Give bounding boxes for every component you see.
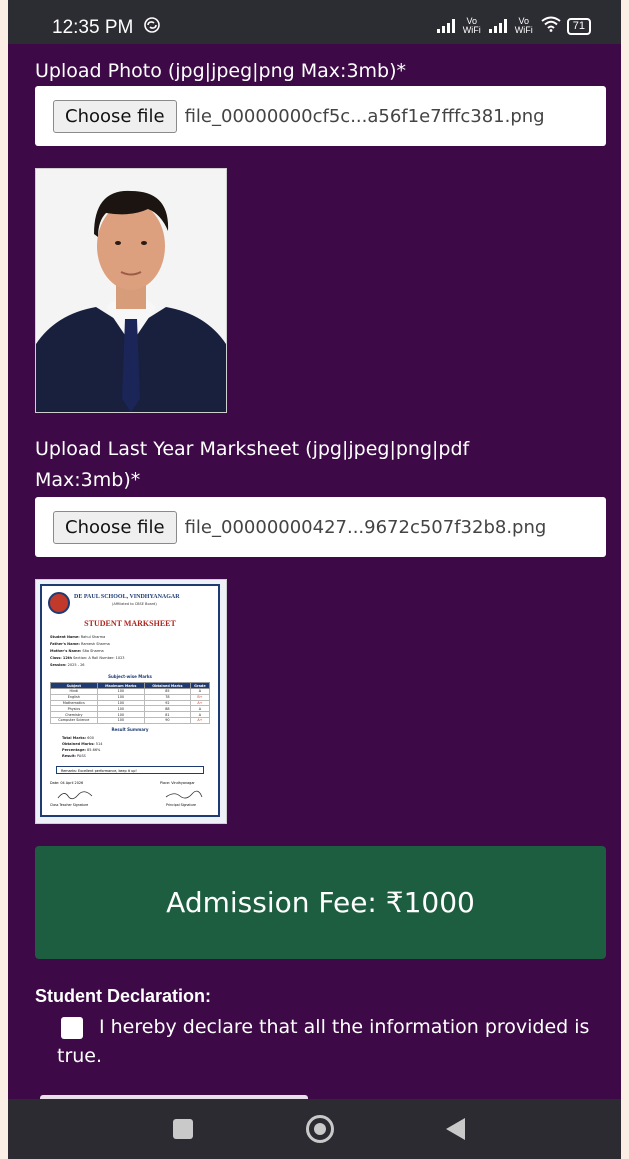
marksheet-preview: DE PAUL SCHOOL, VINDHYANAGAR (Affiliated…: [35, 579, 227, 824]
student-info-key: Father's Name:: [50, 642, 80, 646]
student-info: Student Name: Rahul Sharma Father's Name:…: [50, 634, 125, 669]
student-info-value: Rahul Sharma: [79, 635, 106, 639]
school-subtitle: (Affiliated to CBSE Board): [112, 602, 157, 606]
signal-icon-2: [488, 19, 507, 33]
status-icons: Vo WiFi Vo WiFi 71: [436, 16, 591, 36]
status-bar: 12:35 PM Vo WiFi Vo WiFi 71: [8, 0, 621, 44]
sync-icon: [143, 16, 161, 38]
result-summary-title: Result Summary: [111, 727, 149, 732]
app-screen: 12:35 PM Vo WiFi Vo WiFi 71 Upload Photo…: [8, 0, 621, 1159]
declaration-checkbox[interactable]: [61, 1017, 83, 1039]
student-info-key: Class: 12th: [50, 656, 72, 660]
declaration-text: I hereby declare that all the informatio…: [57, 1016, 590, 1067]
photo-file-input[interactable]: Choose file file_00000000cf5c...a56f1e7f…: [35, 86, 606, 146]
student-info-key: Student Name:: [50, 635, 80, 639]
student-info-value: Ramesh Sharma: [79, 642, 110, 646]
table-cell: 90: [143, 716, 191, 724]
vowifi-icon: Vo WiFi: [462, 16, 481, 35]
principal-signature: [165, 790, 203, 799]
summary-value: 85.66%: [85, 748, 101, 752]
summary-value: PASS: [75, 754, 86, 758]
photo-file-name: file_00000000cf5c...a56f1e7fffc381.png: [184, 105, 545, 127]
result-summary: Total Marks: 600 Obtained Marks: 514 Perce…: [62, 735, 102, 759]
summary-row: Result: PASS: [62, 753, 102, 759]
vowifi-icon-2: Vo WiFi: [514, 16, 533, 35]
summary-value: 514: [94, 742, 103, 746]
student-info-row: Class: 12th Section: A Roll Number: 1023: [50, 655, 125, 662]
signal-icon: [436, 19, 455, 33]
student-info-row: Mother's Name: Sita Sharma: [50, 648, 125, 655]
photo-preview: [35, 168, 227, 413]
student-info-value: Section: A Roll Number: 1023: [71, 656, 125, 660]
battery-icon: 71: [566, 17, 591, 35]
home-icon[interactable]: [306, 1115, 334, 1143]
wifi-icon: [541, 16, 561, 36]
student-info-value: Sita Sharma: [81, 649, 104, 653]
summary-key: Total Marks:: [62, 736, 87, 740]
photo-choose-file-button[interactable]: Choose file: [53, 99, 177, 133]
student-info-row: Student Name: Rahul Sharma: [50, 634, 125, 641]
school-name: DE PAUL SCHOOL, VINDHYANAGAR: [74, 594, 180, 600]
summary-key: Result:: [62, 754, 76, 758]
navigation-bar: [8, 1099, 621, 1159]
back-icon[interactable]: [446, 1118, 465, 1140]
table-cell: 100: [96, 716, 145, 724]
marksheet-document: DE PAUL SCHOOL, VINDHYANAGAR (Affiliated…: [40, 584, 220, 817]
teacher-signature: [57, 791, 93, 800]
marksheet-file-input[interactable]: Choose file file_00000000427...9672c507f…: [35, 497, 606, 557]
student-info-row: Father's Name: Ramesh Sharma: [50, 641, 125, 648]
remarks-box: Remarks: Excellent performance, keep it …: [56, 766, 204, 774]
table-cell: A+: [189, 716, 211, 724]
recent-apps-icon[interactable]: [173, 1119, 193, 1139]
marksheet-choose-file-button[interactable]: Choose file: [53, 510, 177, 544]
summary-key: Obtained Marks:: [62, 742, 95, 746]
marks-table: Subject Maximum Marks Obtained Marks Grade H…: [50, 682, 211, 724]
student-info-key: Mother's Name:: [50, 649, 82, 653]
admission-fee-button[interactable]: Admission Fee: ₹1000: [35, 846, 606, 959]
summary-key: Percentage:: [62, 748, 86, 752]
student-portrait-image: [36, 169, 226, 412]
principal-signature-label: Principal Signature: [166, 803, 196, 807]
table-cell: Computer Science: [50, 716, 98, 724]
marksheet-upload-label: Upload Last Year Marksheet (jpg|jpeg|png…: [35, 438, 470, 491]
student-info-row: Session: 2025 - 26: [50, 662, 125, 669]
student-info-value: 2025 - 26: [66, 663, 85, 667]
marks-section-title: Subject-wise Marks: [108, 674, 152, 679]
summary-value: 600: [86, 736, 94, 740]
marksheet-file-name: file_00000000427...9672c507f32b8.png: [184, 516, 547, 538]
table-row: Computer Science 100 90 A+: [50, 716, 211, 724]
school-logo-icon: [48, 592, 70, 614]
marksheet-place: Place: Vindhyanagar: [160, 781, 195, 785]
teacher-signature-label: Class Teacher Signature: [50, 803, 89, 807]
photo-upload-label: Upload Photo (jpg|jpeg|png Max:3mb)*: [35, 60, 407, 82]
status-time: 12:35 PM: [52, 17, 134, 38]
marksheet-date: Date: 04 April 2026: [50, 781, 84, 785]
declaration-title: Student Declaration:: [35, 986, 212, 1006]
marksheet-heading: STUDENT MARKSHEET: [84, 619, 176, 628]
student-info-key: Session:: [50, 663, 67, 667]
